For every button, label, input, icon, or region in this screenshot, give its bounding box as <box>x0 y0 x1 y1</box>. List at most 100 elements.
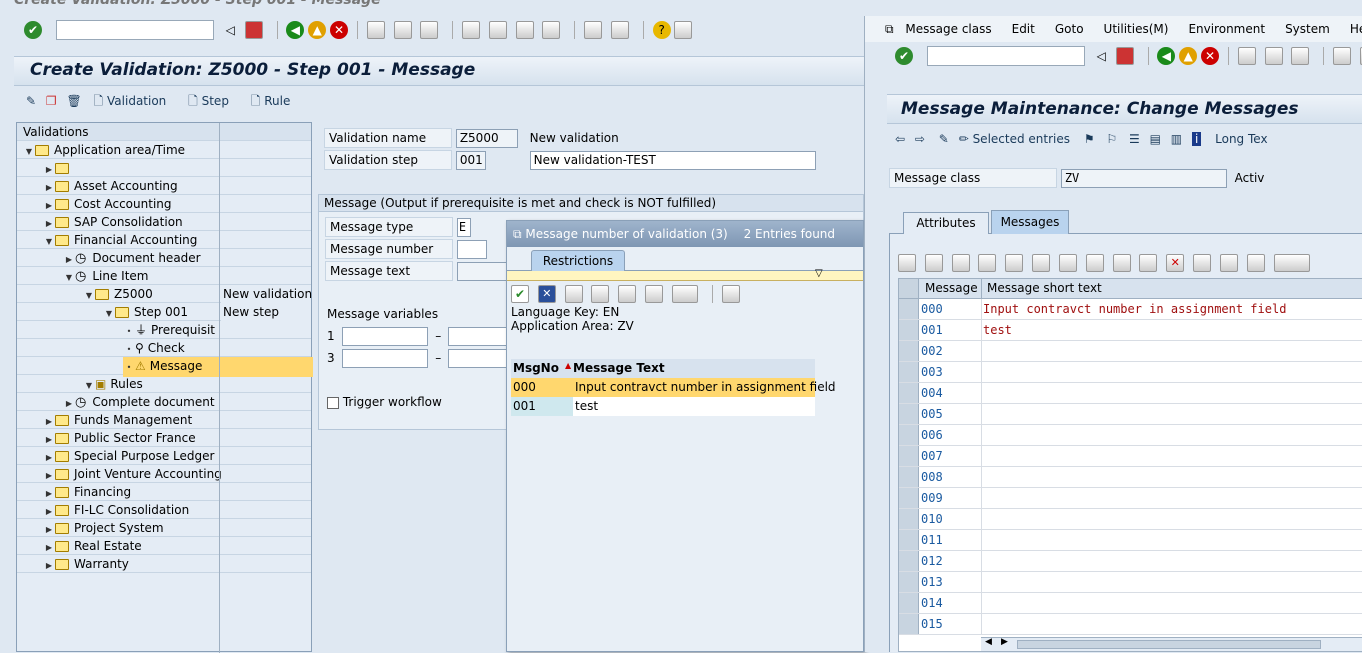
table-row[interactable]: 003 <box>899 362 1362 383</box>
find-next-icon[interactable] <box>1291 47 1310 65</box>
col-message-text[interactable]: Message Text <box>573 359 665 378</box>
copy-row-icon[interactable] <box>1085 254 1104 272</box>
delete-row-icon[interactable]: ✕ <box>1166 254 1185 272</box>
tree-node-document-header[interactable]: ▶ ◷ Document header <box>17 249 311 267</box>
tree-node-project-system[interactable]: ▶ Project System <box>17 519 311 537</box>
last-page-icon[interactable] <box>542 21 561 39</box>
print-icon[interactable] <box>366 21 385 39</box>
find-icon[interactable] <box>1264 47 1283 65</box>
popup-result-row[interactable]: 000 Input contravct number in assignment … <box>511 378 836 397</box>
sort-icon[interactable] <box>618 285 637 303</box>
insert-row-icon[interactable] <box>1246 254 1265 272</box>
row-selector[interactable] <box>899 341 919 361</box>
row-selector[interactable] <box>899 467 919 487</box>
enter-icon[interactable]: ✔ <box>895 47 913 65</box>
table-row[interactable]: 008 <box>899 467 1362 488</box>
save-icon[interactable] <box>1115 47 1134 65</box>
find-next-icon[interactable] <box>420 21 439 39</box>
row-selector[interactable] <box>899 614 919 634</box>
row-selector[interactable] <box>899 446 919 466</box>
table-row[interactable]: 005 <box>899 404 1362 425</box>
find-icon[interactable] <box>1193 254 1212 272</box>
tab-attributes[interactable]: Attributes <box>903 212 989 234</box>
tree-node-prerequisite[interactable]: • ⏚ Prerequisit <box>17 321 311 339</box>
back-icon[interactable]: ◁ <box>1097 49 1106 63</box>
tree-node-application-area[interactable]: ▼ Application area/Time <box>17 141 311 159</box>
menu-message-class[interactable]: Message class <box>905 22 991 36</box>
tree-node-financing[interactable]: ▶ Financing <box>17 483 311 501</box>
details-icon[interactable] <box>1058 254 1077 272</box>
tree-node-financial-accounting[interactable]: ▼ Financial Accounting <box>17 231 311 249</box>
expand-toggle-icon[interactable]: ▶ <box>43 557 55 575</box>
scroll-thumb[interactable] <box>1017 640 1321 649</box>
variable-2-field[interactable] <box>448 327 509 346</box>
long-text-button[interactable]: Long Tex <box>1215 132 1267 146</box>
personal-list-icon[interactable] <box>721 285 740 303</box>
info-icon[interactable]: i <box>1191 132 1202 146</box>
new-session-icon[interactable] <box>584 21 603 39</box>
cancel-icon[interactable]: ✕ <box>330 21 349 39</box>
variable-3-field[interactable] <box>342 349 429 368</box>
transport-icon[interactable]: ▤ <box>1150 132 1161 146</box>
layout-icon[interactable] <box>674 21 693 39</box>
change-icon[interactable]: ✎ <box>26 94 36 108</box>
menu-system[interactable]: System <box>1285 22 1330 36</box>
row-selector[interactable] <box>899 404 919 424</box>
tree-node-step-001[interactable]: ▼ Step 001 New step <box>17 303 311 321</box>
row-selector[interactable] <box>899 488 919 508</box>
find-icon[interactable] <box>393 21 412 39</box>
more-icon[interactable] <box>1273 254 1310 272</box>
delete-icon[interactable] <box>1032 254 1051 272</box>
tree-node-cost-accounting[interactable]: ▶ Cost Accounting <box>17 195 311 213</box>
print-icon[interactable] <box>671 285 698 303</box>
tree-node-special-purpose-ledger[interactable]: ▶ Special Purpose Ledger <box>17 447 311 465</box>
scissors-icon[interactable] <box>1139 254 1158 272</box>
table-row[interactable]: 015 <box>899 614 1362 635</box>
tree-node-z5000[interactable]: ▼ Z5000 New validation <box>17 285 312 303</box>
copy-icon[interactable] <box>978 254 997 272</box>
rule-button[interactable]: 🗋 Rule <box>251 94 291 108</box>
command-field[interactable] <box>55 20 214 40</box>
cancel-icon[interactable]: ✕ <box>1201 47 1220 65</box>
next-page-icon[interactable] <box>515 21 534 39</box>
table-row[interactable]: 012 <box>899 551 1362 572</box>
popup-result-row[interactable]: 001 test <box>511 397 815 416</box>
list-icon[interactable]: ▥ <box>1171 132 1182 146</box>
cancel-icon[interactable]: ✕ <box>537 285 556 303</box>
scroll-left-icon[interactable]: ◀ <box>985 637 992 647</box>
tree-node-empty[interactable]: ▶ <box>17 159 311 177</box>
row-selector[interactable] <box>899 362 919 382</box>
hierarchy-icon[interactable]: ⚐ <box>1106 132 1117 146</box>
tree-icon[interactable]: ☰ <box>1129 132 1140 146</box>
table-row[interactable]: 006 <box>899 425 1362 446</box>
tree-node-public-sector-france[interactable]: ▶ Public Sector France <box>17 429 311 447</box>
table-row[interactable]: 002 <box>899 341 1362 362</box>
trigger-workflow-row[interactable]: Trigger workflow <box>327 395 442 409</box>
col-message-short-text[interactable]: Message short text <box>987 279 1102 298</box>
print-icon[interactable] <box>1237 47 1256 65</box>
shortcut-icon[interactable] <box>610 21 629 39</box>
arrow-left-icon[interactable]: ⇦ <box>895 132 905 146</box>
tree-node-joint-venture-accounting[interactable]: ▶ Joint Venture Accounting <box>17 465 311 483</box>
where-used-icon[interactable]: ⚑ <box>1084 132 1095 146</box>
select-all-cell[interactable] <box>899 279 919 298</box>
exit-icon[interactable]: ▲ <box>308 21 327 39</box>
display-change-icon[interactable]: ✎ <box>939 132 949 146</box>
save-icon[interactable] <box>244 21 263 39</box>
col-message[interactable]: Message <box>925 279 978 298</box>
back-icon[interactable]: ◁ <box>226 23 235 37</box>
copy-icon[interactable]: ❐ <box>46 94 57 108</box>
row-selector[interactable] <box>899 530 919 550</box>
step-button[interactable]: 🗋 Step <box>188 94 229 108</box>
row-selector[interactable] <box>899 299 919 319</box>
row-selector[interactable] <box>899 425 919 445</box>
continue-icon[interactable]: ✔ <box>511 285 529 303</box>
message-number-field[interactable] <box>456 240 487 259</box>
trigger-workflow-checkbox[interactable] <box>327 396 339 409</box>
back-green-icon[interactable]: ◀ <box>286 21 305 39</box>
row-selector[interactable] <box>899 593 919 613</box>
help-icon[interactable]: ? <box>652 21 671 39</box>
tree-node-warranty[interactable]: ▶ Warranty <box>17 555 311 573</box>
se91-command-field[interactable] <box>926 46 1085 66</box>
row-selector[interactable] <box>899 320 919 340</box>
